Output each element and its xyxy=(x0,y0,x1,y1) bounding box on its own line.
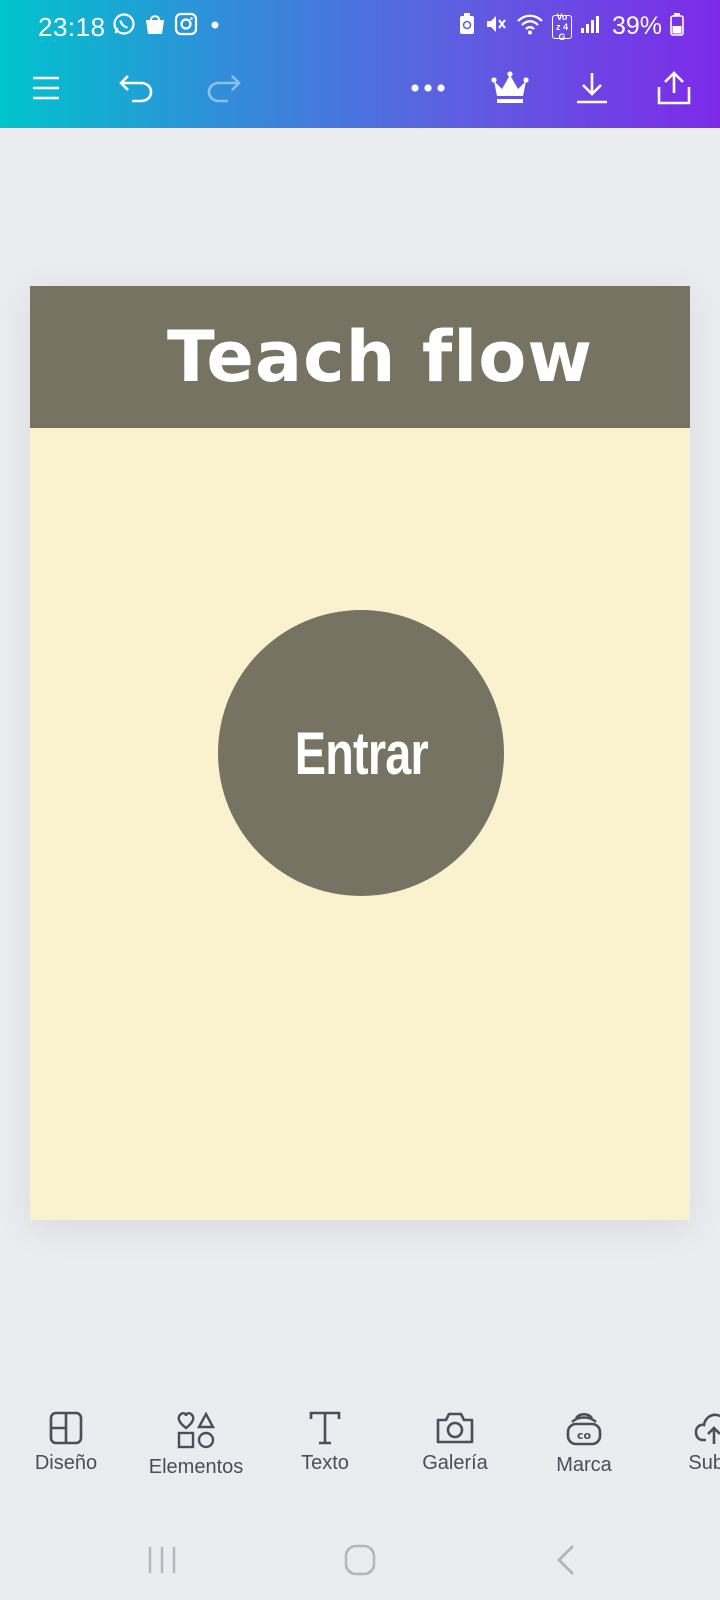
recent-apps-icon xyxy=(148,1547,176,1573)
more-options-button[interactable] xyxy=(402,62,454,114)
tool-brand[interactable]: co Marca xyxy=(524,1400,644,1490)
header-band[interactable]: Teach flow xyxy=(30,286,690,428)
menu-icon xyxy=(33,76,59,100)
editor-toolbar xyxy=(0,56,720,120)
home-button[interactable] xyxy=(330,1536,390,1584)
share-icon xyxy=(657,71,691,105)
undo-button[interactable] xyxy=(110,62,162,114)
entrar-circle[interactable]: Entrar xyxy=(218,610,504,896)
tool-uploads[interactable]: Subie xyxy=(654,1400,720,1490)
tool-brand-label: Marca xyxy=(556,1454,612,1476)
upload-cloud-icon xyxy=(694,1413,720,1444)
download-button[interactable] xyxy=(566,62,618,114)
layout-icon xyxy=(49,1411,83,1445)
premium-button[interactable] xyxy=(484,62,536,114)
shopping-bag-icon xyxy=(144,12,166,41)
home-icon xyxy=(344,1544,376,1576)
back-button[interactable] xyxy=(536,1536,596,1584)
recent-apps-button[interactable] xyxy=(132,1536,192,1584)
system-status-icons: Voz 4G 39% xyxy=(458,11,684,42)
tool-gallery[interactable]: Galería xyxy=(395,1400,515,1490)
design-title[interactable]: Teach flow xyxy=(30,286,720,428)
battery-icon xyxy=(670,12,684,41)
svg-text:co: co xyxy=(577,1429,592,1442)
tool-elements[interactable]: Elementos xyxy=(136,1400,256,1490)
camera-icon xyxy=(436,1412,474,1444)
signal-icon xyxy=(580,12,602,41)
battery-saver-icon xyxy=(458,12,476,41)
share-button[interactable] xyxy=(648,62,700,114)
undo-icon xyxy=(119,75,153,103)
menu-button[interactable] xyxy=(20,62,72,114)
tool-elements-label: Elementos xyxy=(148,1456,244,1478)
shapes-icon xyxy=(177,1411,216,1449)
download-icon xyxy=(577,73,607,104)
brand-icon: co xyxy=(566,1413,602,1446)
mute-icon xyxy=(484,12,508,41)
bottom-tool-bar: Diseño Elementos Texto Galería co Marca … xyxy=(0,1400,720,1500)
volte-icon: Voz 4G xyxy=(551,11,572,42)
battery-percent: 39% xyxy=(611,12,662,40)
wifi-icon xyxy=(516,12,544,41)
dot-icon xyxy=(206,12,224,41)
tool-uploads-label: Subie xyxy=(688,1452,720,1474)
tool-text-label: Texto xyxy=(301,1452,349,1474)
volte-label: Voz 4G xyxy=(555,11,568,42)
tool-design[interactable]: Diseño xyxy=(6,1400,126,1490)
system-nav-bar xyxy=(0,1520,720,1600)
notification-icons xyxy=(112,12,224,41)
status-bar: 23:18 Voz 4G 39% xyxy=(0,0,720,52)
entrar-label[interactable]: Entrar xyxy=(294,719,428,788)
tool-text[interactable]: Texto xyxy=(265,1400,385,1490)
instagram-icon xyxy=(174,12,198,41)
tool-gallery-label: Galería xyxy=(422,1452,488,1474)
status-time: 23:18 xyxy=(38,12,106,42)
redo-icon xyxy=(207,75,241,103)
crown-icon xyxy=(491,71,529,103)
text-icon xyxy=(309,1411,341,1445)
redo-button[interactable] xyxy=(198,62,250,114)
whatsapp-icon xyxy=(112,12,136,41)
back-icon xyxy=(557,1545,574,1575)
design-page[interactable]: Teach flow Entrar xyxy=(30,286,690,1220)
top-app-bar: 23:18 Voz 4G 39% xyxy=(0,0,720,128)
more-icon xyxy=(411,84,445,92)
tool-design-label: Diseño xyxy=(34,1452,98,1474)
